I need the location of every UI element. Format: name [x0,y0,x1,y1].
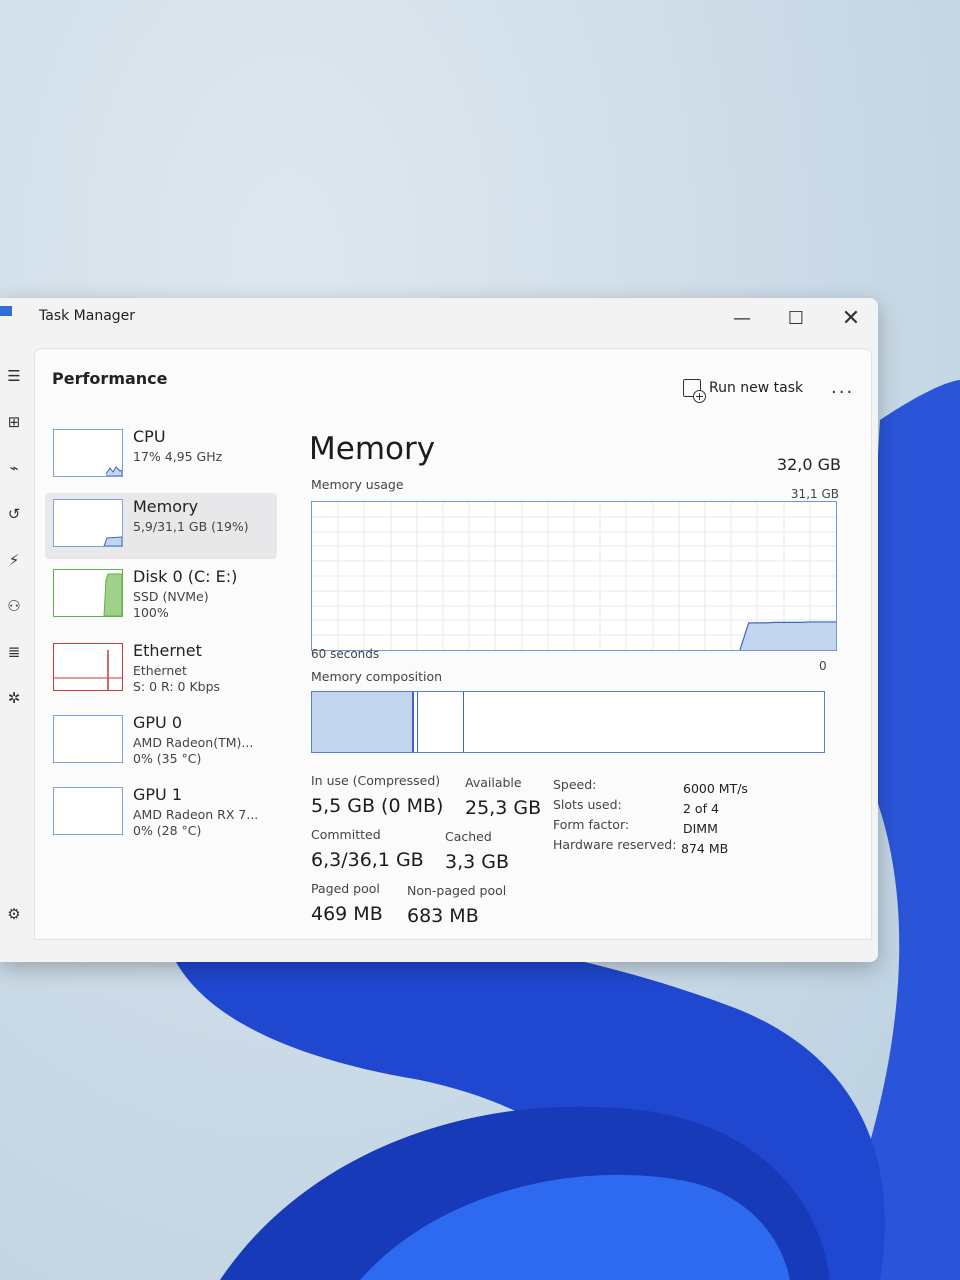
axis-zero-label: 0 [819,659,827,673]
memory-heading: Memory [309,431,436,467]
ethernet-thumbnail [53,643,123,691]
performance-panel: Performance Run new task ... CPU 17% 4,9… [34,348,872,940]
committed-value: 6,3/36,1 GB [311,849,424,871]
device-detail-2: 0% (28 °C) [133,823,202,838]
memory-composition-bar [311,691,825,753]
memory-usage-label: Memory usage [311,477,404,492]
device-detail: SSD (NVMe) [133,589,209,604]
device-detail-2: S: 0 R: 0 Kbps [133,679,221,694]
maximize-button[interactable]: ☐ [776,302,816,334]
memory-mini-graph [103,536,123,547]
usage-area [739,621,836,650]
nonpaged-pool-value: 683 MB [407,905,479,927]
device-detail: 17% 4,95 GHz [133,449,223,464]
paged-pool-value: 469 MB [311,903,383,925]
available-label: Available [465,775,522,790]
memory-composition-label: Memory composition [311,669,443,684]
app-icon [0,306,12,316]
device-item-gpu0[interactable]: GPU 0 AMD Radeon(TM)... 0% (35 °C) [45,709,277,775]
nonpaged-pool-label: Non-paged pool [407,883,507,898]
hardware-reserved-label: Hardware reserved: [553,837,677,852]
device-detail: 5,9/31,1 GB (19%) [133,519,249,534]
speed-label: Speed: [553,777,597,792]
settings-icon[interactable]: ⚙ [0,902,28,926]
title-bar: Task Manager — ☐ ✕ [0,298,878,344]
ethernet-mini-graph [54,650,122,690]
memory-usage-max: 31,1 GB [790,487,839,501]
cached-value: 3,3 GB [445,851,510,873]
available-value: 25,3 GB [465,797,542,819]
details-icon[interactable]: ≣ [0,640,28,664]
disk-mini-graph [103,573,123,617]
device-detail-2: 0% (35 °C) [133,751,202,766]
run-task-icon [683,379,706,403]
app-history-icon[interactable]: ↺ [0,502,28,526]
cpu-mini-graph [105,466,123,477]
disk-thumbnail [53,569,123,617]
device-item-gpu1[interactable]: GPU 1 AMD Radeon RX 7... 0% (28 °C) [45,781,277,847]
memory-usage-graph [311,501,837,651]
form-factor-value: DIMM [683,821,718,836]
device-detail: AMD Radeon(TM)... [133,735,254,750]
device-detail-2: 100% [133,605,169,620]
device-name: Disk 0 (C: E:) [133,567,238,586]
processes-icon[interactable]: ⊞ [0,410,28,434]
slots-label: Slots used: [553,797,622,812]
window-title: Task Manager [39,308,136,324]
form-factor-label: Form factor: [553,817,630,832]
time-window-label: 60 seconds [311,647,380,661]
device-name: GPU 1 [133,785,183,804]
nav-rail: ☰ ⊞ ⌁ ↺ ⚡ ⚇ ≣ ✲ ⚙ [0,344,32,944]
performance-icon[interactable]: ⌁ [0,456,28,480]
cpu-thumbnail [53,429,123,477]
device-item-disk[interactable]: Disk 0 (C: E:) SSD (NVMe) 100% [45,563,277,629]
device-name: CPU [133,427,166,446]
hamburger-menu-icon[interactable]: ☰ [0,364,28,388]
device-detail: Ethernet [133,663,187,678]
run-new-task-button[interactable]: Run new task [683,379,804,403]
page-title: Performance [52,369,168,388]
memory-usage-chart [312,502,836,651]
hardware-reserved-value: 874 MB [681,841,729,856]
device-name: Ethernet [133,641,202,660]
run-new-task-label: Run new task [709,380,804,396]
device-item-ethernet[interactable]: Ethernet Ethernet S: 0 R: 0 Kbps [45,637,277,703]
paged-pool-label: Paged pool [311,881,380,896]
memory-thumbnail [53,499,123,547]
close-button[interactable]: ✕ [831,302,871,334]
in-use-value: 5,5 GB (0 MB) [311,795,444,817]
minimize-button[interactable]: — [722,302,762,334]
in-use-label: In use (Compressed) [311,773,441,788]
gpu1-thumbnail [53,787,123,835]
users-icon[interactable]: ⚇ [0,594,28,618]
device-item-memory[interactable]: Memory 5,9/31,1 GB (19%) [45,493,277,559]
startup-apps-icon[interactable]: ⚡ [0,548,28,572]
cached-label: Cached [445,829,492,844]
device-name: GPU 0 [133,713,183,732]
memory-total: 32,0 GB [776,455,841,474]
composition-in-use [312,692,414,752]
device-name: Memory [133,497,199,516]
device-detail: AMD Radeon RX 7... [133,807,259,822]
committed-label: Committed [311,827,381,842]
device-item-cpu[interactable]: CPU 17% 4,95 GHz [45,423,277,489]
speed-value: 6000 MT/s [683,781,748,796]
task-manager-window: Task Manager — ☐ ✕ ☰ ⊞ ⌁ ↺ ⚡ ⚇ ≣ ✲ ⚙ Per… [0,298,878,962]
services-icon[interactable]: ✲ [0,686,28,710]
slots-value: 2 of 4 [683,801,719,816]
gpu0-thumbnail [53,715,123,763]
more-options-button[interactable]: ... [831,377,854,398]
composition-standby [417,692,464,752]
